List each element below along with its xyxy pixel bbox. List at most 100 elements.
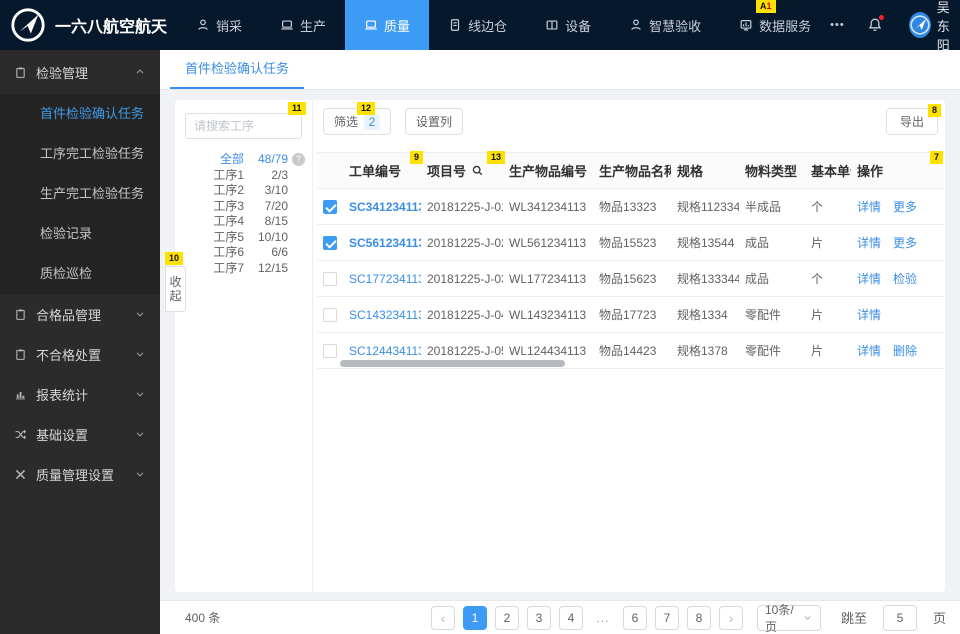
row-checkbox[interactable]	[323, 307, 337, 322]
nav-item-quality[interactable]: 质量	[345, 0, 430, 50]
unit-cell: 片	[805, 332, 851, 369]
process-count: 10/10	[257, 229, 288, 244]
nav-item-line-warehouse[interactable]: 线边仓	[429, 0, 526, 50]
order-number-link[interactable]: SC143234113	[349, 308, 421, 322]
row-action-link[interactable]: 详情	[857, 308, 881, 322]
row-action-link[interactable]: 更多	[893, 236, 917, 250]
nav-item-production[interactable]: 生产	[261, 0, 345, 50]
actions-cell: 详情 更多	[851, 188, 944, 225]
content-card: 全部 48/79 ? 工序1 2/3 工序2 3/10 工序3 7/20 工序4…	[175, 100, 945, 592]
bell-icon[interactable]	[867, 15, 884, 33]
sidebar-group-reports[interactable]: 报表统计	[0, 374, 160, 414]
page-size-value: 10条/页	[764, 602, 794, 634]
process-filter-item[interactable]: 工序2 3/10	[185, 183, 302, 199]
row-action-link[interactable]: 详情	[857, 272, 881, 286]
next-page-button[interactable]: ›	[718, 605, 743, 630]
sidebar-group-basic-settings[interactable]: 基础设置	[0, 414, 160, 454]
table-row[interactable]: SC177234113 20181225-J-03 WL177234113 物品…	[317, 260, 944, 297]
sidebar-submenu-item[interactable]: 生产完工检验任务	[0, 174, 160, 214]
row-action-link[interactable]: 删除	[893, 344, 917, 358]
process-filter-item[interactable]: 工序3 7/20	[185, 199, 302, 215]
column-settings-button[interactable]: 设置列	[405, 108, 464, 135]
horizontal-scrollbar[interactable]	[340, 360, 565, 367]
app-window: 一六八航空航天 销采 生产 质量 线边仓 设备 智慧验收 数据服务 ••• 吴东…	[0, 0, 960, 634]
row-checkbox[interactable]	[323, 343, 337, 358]
order-number-link[interactable]: SC124434113	[349, 344, 421, 358]
page-button[interactable]: 4	[558, 605, 583, 630]
row-action-link[interactable]: 详情	[857, 236, 881, 250]
search-input[interactable]	[185, 113, 302, 139]
row-action-link[interactable]: 详情	[857, 344, 881, 358]
process-filter-item[interactable]: 工序1 2/3	[185, 168, 302, 184]
table-row[interactable]: SC341234113 20181225-J-01 WL341234113 物品…	[317, 188, 944, 225]
sidebar-submenu-item[interactable]: 检验记录	[0, 214, 160, 254]
row-action-link[interactable]: 详情	[857, 200, 881, 214]
order-number-link[interactable]: SC177234113	[349, 272, 421, 286]
marker-7: 7	[930, 151, 944, 164]
col-header-material-type[interactable]: 物料类型	[739, 152, 805, 189]
table-row[interactable]: SC143234113 20181225-J-04 WL143234113 物品…	[317, 296, 944, 333]
row-action-link[interactable]: 检验	[893, 272, 917, 286]
nav-item-sales[interactable]: 销采	[177, 0, 261, 50]
table-row[interactable]: SC561234113 20181225-J-02 WL561234113 物品…	[317, 224, 944, 261]
page-button[interactable]: 6	[622, 605, 647, 630]
row-checkbox[interactable]	[323, 271, 337, 286]
help-icon[interactable]: ?	[292, 153, 305, 166]
search-icon[interactable]	[471, 164, 484, 177]
page-button[interactable]: 3	[526, 605, 551, 630]
order-number-link[interactable]: SC561234113	[349, 236, 421, 250]
more-menu-icon[interactable]: •••	[830, 19, 845, 31]
sidebar-submenu-item[interactable]: 质检巡检	[0, 254, 160, 294]
tab-first-article-inspection[interactable]: 首件检验确认任务	[170, 50, 305, 89]
sidebar-submenu-item[interactable]: 首件检验确认任务	[0, 94, 160, 134]
table-region: 筛选 2 设置列 导出 工单编号 项目号 生产物品编号 生产物品名称 规格 物料…	[313, 100, 945, 592]
process-list: 全部 48/79 ? 工序1 2/3 工序2 3/10 工序3 7/20 工序4…	[185, 152, 305, 277]
page-button[interactable]: 1	[462, 605, 487, 630]
row-checkbox[interactable]	[323, 235, 337, 250]
spec-cell: 规格1334	[671, 296, 739, 333]
pagination-footer: 400 条 ‹ 1 2 3 4 ... 6 7 8 › 10条/页 跳至 页	[160, 600, 960, 634]
unit-cell: 片	[805, 224, 851, 261]
col-header-unit[interactable]: 基本单位	[805, 152, 851, 189]
unit-cell: 个	[805, 188, 851, 225]
chevron-down-icon	[134, 428, 146, 440]
order-number-link[interactable]: SC341234113	[349, 200, 421, 214]
sidebar-submenu-item[interactable]: 工序完工检验任务	[0, 134, 160, 174]
col-header-label: 项目号	[427, 164, 467, 179]
orders-table: 工单编号 项目号 生产物品编号 生产物品名称 规格 物料类型 基本单 操作 SC…	[317, 152, 944, 369]
nav-item-equipment[interactable]: 设备	[526, 0, 610, 50]
process-filter-item[interactable]: 工序6 6/6	[185, 245, 302, 261]
page-size-select[interactable]: 10条/页	[756, 603, 821, 634]
unit-cell: 个	[805, 260, 851, 297]
sidebar-group-quality-settings[interactable]: 质量管理设置	[0, 454, 160, 494]
actions-cell: 详情 更多	[851, 224, 944, 261]
process-filter-item[interactable]: 工序7 12/15	[185, 261, 302, 277]
jump-page-input[interactable]	[882, 604, 917, 631]
collapse-panel-handle[interactable]: 收 起	[165, 266, 186, 312]
row-checkbox[interactable]	[323, 199, 337, 214]
sidebar-group-nonconforming[interactable]: 不合格处置	[0, 334, 160, 374]
notification-dot	[878, 15, 884, 20]
laptop-icon	[364, 18, 378, 32]
process-filter-all[interactable]: 全部 48/79 ?	[185, 152, 305, 168]
col-header-spec[interactable]: 规格	[671, 152, 739, 189]
page-button[interactable]: 7	[654, 605, 679, 630]
process-filter-item[interactable]: 工序4 8/15	[185, 214, 302, 230]
row-action-link[interactable]: 更多	[893, 200, 917, 214]
collapse-label: 起	[169, 289, 182, 303]
col-header-item-name[interactable]: 生产物品名称	[593, 152, 671, 189]
chart-board-icon	[739, 18, 753, 32]
sidebar-group-inspection[interactable]: 检验管理	[0, 50, 160, 94]
page-button[interactable]: 8	[686, 605, 711, 630]
filter-count-badge: 2	[364, 113, 381, 130]
nav-item-smart-acceptance[interactable]: 智慧验收	[610, 0, 720, 50]
page-button[interactable]: ...	[590, 605, 615, 630]
user-menu[interactable]: 吴东阳	[908, 0, 954, 54]
sidebar-group-qualified[interactable]: 合格品管理	[0, 294, 160, 334]
prev-page-button[interactable]: ‹	[430, 605, 455, 630]
page-button[interactable]: 2	[494, 605, 519, 630]
process-filter-item[interactable]: 工序5 10/10	[185, 230, 302, 246]
nav-label: 质量	[384, 18, 411, 34]
marker-8: 8	[928, 104, 942, 117]
col-header-item-code[interactable]: 生产物品编号	[503, 152, 593, 189]
